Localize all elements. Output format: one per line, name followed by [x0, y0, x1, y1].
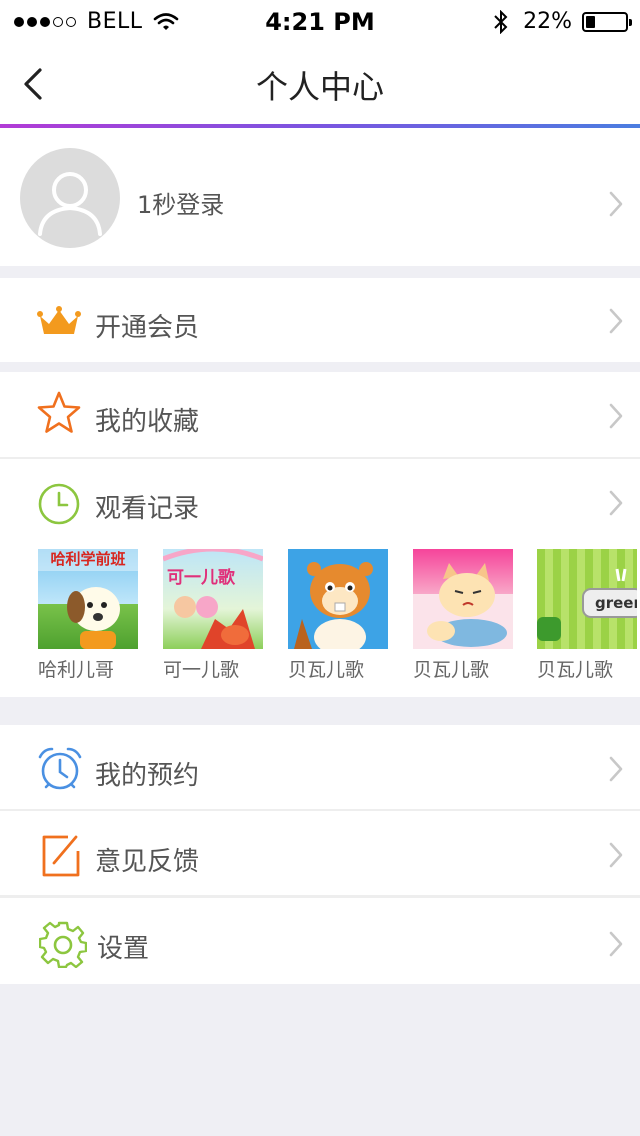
avatar — [20, 148, 120, 248]
history-item-caption: 贝瓦儿歌 — [288, 659, 365, 681]
reservations-row[interactable]: 我的预约 — [0, 725, 640, 809]
history-row[interactable]: 观看记录 — [0, 459, 640, 545]
chevron-right-icon — [609, 490, 623, 516]
history-item-caption: 贝瓦儿歌 — [413, 659, 490, 681]
favorites-row[interactable]: 我的收藏 — [0, 372, 640, 458]
history-thumbnail — [413, 549, 513, 649]
cartoon-animals-image — [163, 549, 263, 649]
status-right: 22% — [493, 9, 632, 34]
cartoon-cat-image — [427, 563, 507, 647]
chevron-right-icon — [609, 931, 623, 957]
login-label: 1秒登录 — [137, 191, 225, 219]
chevron-right-icon — [609, 756, 623, 782]
chevron-right-icon — [609, 403, 623, 429]
history-thumbnail — [288, 549, 388, 649]
clock-icon — [38, 483, 80, 525]
edit-icon — [42, 835, 80, 877]
gear-icon — [39, 921, 87, 968]
history-item[interactable]: 贝瓦儿歌 — [413, 549, 513, 682]
chevron-right-icon — [609, 191, 623, 217]
history-label: 观看记录 — [95, 494, 200, 524]
user-placeholder-icon — [38, 172, 102, 236]
star-icon — [37, 391, 81, 433]
alarm-clock-icon — [38, 747, 82, 790]
history-item[interactable]: 哈利学前班 哈利儿哥 — [38, 549, 138, 682]
chevron-right-icon — [609, 842, 623, 868]
settings-row[interactable]: 设置 — [0, 898, 640, 984]
crown-icon — [37, 306, 81, 334]
back-button[interactable] — [20, 66, 48, 102]
cartoon-beaver-image — [294, 562, 373, 649]
history-item[interactable]: 贝瓦儿歌 — [288, 549, 388, 682]
history-item[interactable]: 可一儿歌 可一儿歌 — [163, 549, 263, 682]
status-bar: BELL 4:21 PM 22% — [0, 0, 640, 40]
settings-label: 设置 — [97, 934, 150, 964]
history-thumbnail-list: 哈利学前班 哈利儿哥 可一儿歌 可一儿歌 贝瓦儿歌 贝瓦儿歌 gree 贝瓦儿歌 — [0, 549, 640, 689]
chevron-right-icon — [609, 308, 623, 334]
history-item-caption: 可一儿歌 — [163, 659, 240, 681]
history-section: 观看记录 哈利学前班 哈利儿哥 可一儿歌 可一儿歌 贝瓦儿歌 贝瓦儿歌 gree… — [0, 459, 640, 697]
vip-row[interactable]: 开通会员 — [0, 278, 640, 362]
history-item[interactable]: green 贝瓦儿歌 — [537, 549, 637, 682]
bluetooth-icon — [494, 9, 508, 34]
favorites-label: 我的收藏 — [95, 407, 200, 437]
feedback-label: 意见反馈 — [95, 847, 200, 877]
vip-label: 开通会员 — [95, 313, 200, 343]
reservations-label: 我的预约 — [95, 761, 200, 791]
page-title: 个人中心 — [255, 68, 384, 106]
feedback-row[interactable]: 意见反馈 — [0, 811, 640, 895]
history-thumbnail: 可一儿歌 — [163, 549, 263, 649]
history-thumbnail: green — [537, 549, 637, 649]
login-row[interactable]: 1秒登录 — [0, 128, 640, 266]
thumbnail-banner: green — [595, 594, 637, 612]
history-item-caption: 贝瓦儿歌 — [537, 659, 614, 681]
history-thumbnail: 哈利学前班 — [38, 549, 138, 649]
battery-percent: 22% — [523, 9, 572, 34]
history-item-caption: 哈利儿哥 — [38, 659, 115, 681]
battery-icon — [582, 11, 632, 32]
navigation-bar: 个人中心 — [0, 40, 640, 124]
cartoon-dog-image — [67, 587, 120, 649]
